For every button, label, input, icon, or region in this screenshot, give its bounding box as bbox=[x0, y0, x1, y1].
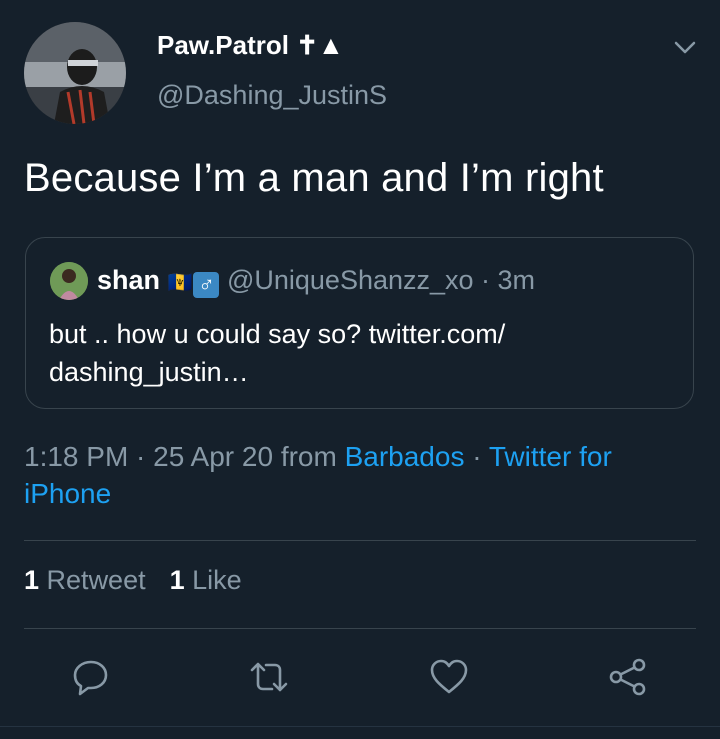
location-link[interactable]: Barbados bbox=[345, 441, 465, 472]
author-display-name[interactable]: Paw.Patrol ✝▲ bbox=[157, 30, 344, 61]
engagement-stats: 1 Retweet 1 Like bbox=[24, 565, 266, 596]
quoted-author-avatar bbox=[50, 262, 88, 300]
retweet-icon[interactable] bbox=[248, 656, 290, 698]
like-stat[interactable]: 1 Like bbox=[170, 565, 242, 595]
like-label: Like bbox=[192, 565, 242, 595]
reply-icon[interactable] bbox=[70, 656, 112, 698]
flag-emoji-icon: 🇧🇧 bbox=[167, 272, 193, 294]
more-options-chevron-down-icon[interactable] bbox=[672, 34, 698, 60]
divider bbox=[24, 540, 696, 541]
quoted-tweet-card[interactable]: shan 🇧🇧 ♂ @UniqueShanzz_xo · 3m but .. ho… bbox=[25, 237, 694, 409]
tweet-meta: 1:18 PM · 25 Apr 20 from Barbados · Twit… bbox=[24, 438, 684, 512]
quoted-author-handle-time: @UniqueShanzz_xo · 3m bbox=[226, 265, 536, 295]
avatar-photo-icon bbox=[24, 22, 126, 124]
quoted-avatar-photo-icon bbox=[50, 262, 88, 300]
author-avatar[interactable] bbox=[24, 22, 126, 124]
meta-separator: · bbox=[464, 441, 489, 472]
retweet-count: 1 bbox=[24, 565, 40, 595]
divider bbox=[24, 628, 696, 629]
quoted-tweet-text: but .. how u could say so? twitter.com/ … bbox=[49, 319, 506, 387]
retweet-stat[interactable]: 1 Retweet bbox=[24, 565, 146, 595]
author-handle[interactable]: @Dashing_JustinS bbox=[157, 80, 387, 111]
retweet-label: Retweet bbox=[46, 565, 146, 595]
tweet-timestamp: 1:18 PM · 25 Apr 20 from bbox=[24, 441, 345, 472]
tweet-text: Because I’m a man and I’m right bbox=[24, 156, 604, 200]
quoted-author-name: shan bbox=[97, 265, 161, 295]
male-sign-icon: ♂ bbox=[193, 272, 220, 298]
tweet-detail: Paw.Patrol ✝▲ @Dashing_JustinS Because I… bbox=[0, 0, 720, 739]
like-count: 1 bbox=[169, 565, 185, 595]
like-icon[interactable] bbox=[428, 656, 470, 698]
bottom-divider bbox=[0, 726, 720, 727]
quoted-tweet-header: shan 🇧🇧 ♂ @UniqueShanzz_xo · 3m bbox=[97, 265, 535, 298]
share-icon[interactable] bbox=[607, 656, 649, 698]
